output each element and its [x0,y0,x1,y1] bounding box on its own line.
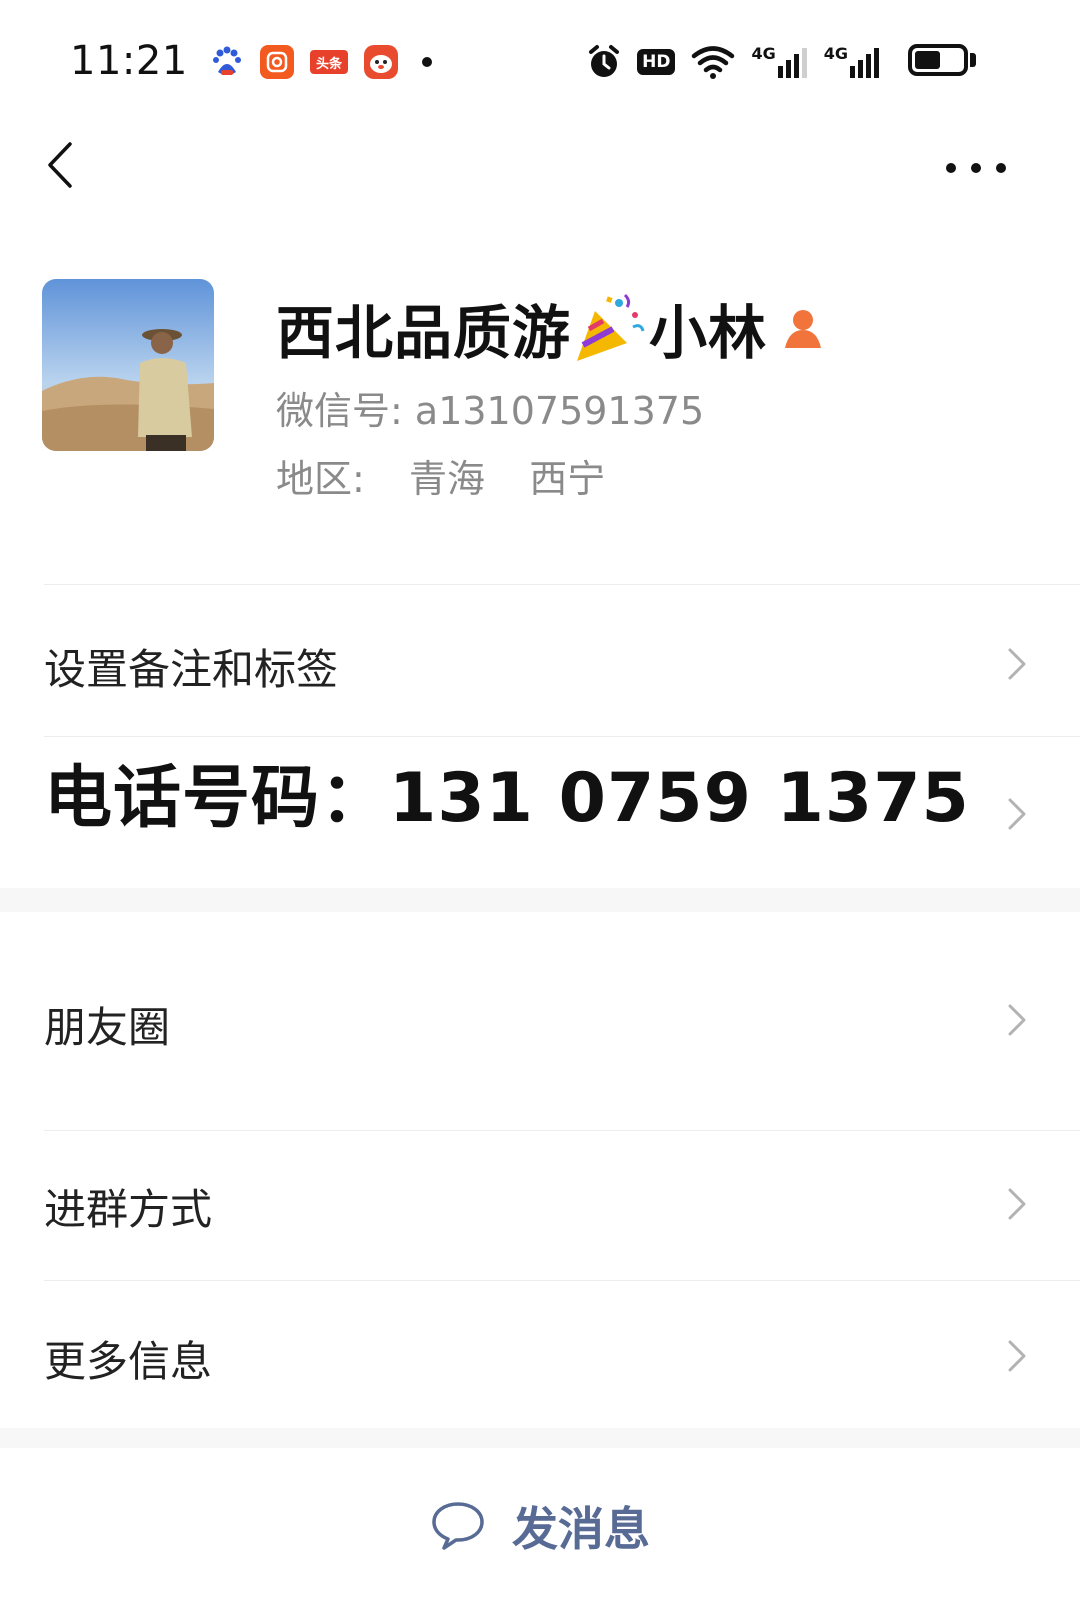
status-time: 11:21 [70,38,188,84]
divider [44,1130,1080,1131]
chevron-right-icon [1008,1188,1026,1220]
more-info-row[interactable]: 更多信息 [0,1294,1080,1418]
moments-label: 朋友圈 [44,1003,171,1052]
wifi-icon [691,44,735,80]
send-message-label: 发消息 [512,1502,650,1556]
section-gap [0,1428,1080,1448]
region-province: 青海 [409,457,486,501]
contact-name: 西北品质游 小林 [276,286,825,370]
wechat-id-label: 微信号: [276,389,403,433]
more-info-label: 更多信息 [44,1337,213,1386]
contact-profile-page: 11:21 头条 HD 4G 4G 西北品质游 小林 微信号: a1310759… [0,0,1080,1620]
female-icon [781,306,825,350]
signal-4g-icon: 4G [824,44,880,80]
chevron-left-icon [48,142,72,188]
party-popper-icon [573,291,647,365]
divider [44,1280,1080,1281]
chevron-right-icon [1008,648,1026,680]
more-notifications-dot [422,57,432,67]
divider [44,736,1080,737]
baidu-icon [210,45,244,79]
hd-voice-icon: HD [637,44,676,80]
name-text-2: 小林 [649,299,768,367]
notification-icons: 头条 [210,42,432,82]
region-label: 地区: [276,457,365,501]
wechat-id-value: a13107591375 [414,389,705,433]
chat-bubble-icon [432,1502,484,1550]
phone-number[interactable]: 电话号码：131 0759 1375 [44,742,970,841]
remark-tags-label: 设置备注和标签 [44,645,339,694]
phone-label: 电话号码： [44,759,390,838]
alarm-icon [587,44,621,80]
region-city: 西宁 [529,457,606,501]
divider [44,584,1080,585]
battery-level-fill [915,51,940,69]
remark-tags-row[interactable]: 设置备注和标签 [0,600,1080,728]
send-message-button[interactable]: 发消息 [0,1486,1080,1566]
back-button[interactable] [34,140,84,190]
signal-4g-icon: 4G [751,44,807,80]
region: 地区: 青海 西宁 [276,448,605,503]
toutiao-icon: 头条 [310,50,348,74]
chevron-right-icon [1008,1004,1026,1036]
chevron-right-icon [1008,1340,1026,1372]
more-options-button[interactable] [946,150,1006,186]
more-dot [996,163,1006,173]
more-dots-icon [946,163,956,173]
group-join-label: 进群方式 [44,1185,213,1234]
name-text: 西北品质游 [276,299,572,367]
battery-icon [908,44,968,76]
more-dot [971,163,981,173]
camera-app-icon [260,45,294,79]
status-bar: 11:21 头条 HD 4G 4G [0,0,1080,120]
phone-value: 131 0759 1375 [389,759,970,838]
moments-row[interactable]: 朋友圈 [0,960,1080,1080]
chevron-right-icon [1008,798,1026,830]
section-gap [0,888,1080,912]
face-app-icon [364,45,398,79]
group-join-row[interactable]: 进群方式 [0,1142,1080,1266]
battery-cap [970,53,976,67]
avatar[interactable] [42,279,214,451]
wechat-id: 微信号: a13107591375 [276,380,704,435]
